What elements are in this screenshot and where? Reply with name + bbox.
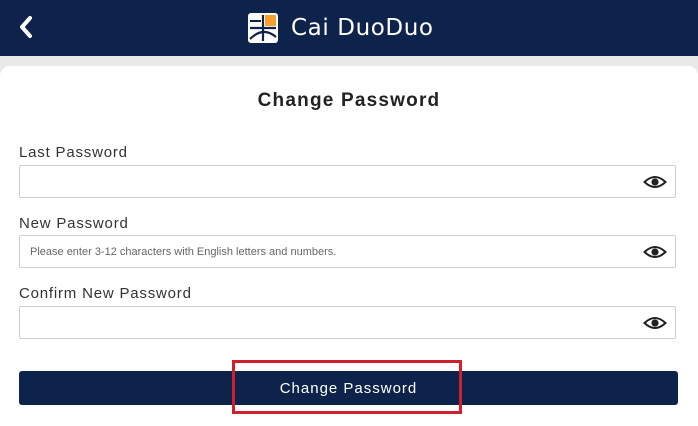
new-password-field [19, 235, 676, 268]
change-password-button-label: Change Password [279, 379, 418, 397]
page-title: Change Password [257, 90, 441, 111]
eye-icon[interactable] [643, 313, 667, 333]
new-password-label: New Password [19, 215, 129, 232]
app-logo-icon [248, 13, 278, 43]
last-password-field [19, 165, 676, 198]
back-button[interactable] [10, 10, 42, 44]
brand: Cai DuoDuo [248, 12, 434, 44]
last-password-input[interactable] [20, 166, 630, 197]
confirm-password-label: Confirm New Password [19, 285, 192, 302]
app-header: Cai DuoDuo [0, 0, 698, 56]
eye-icon[interactable] [643, 242, 667, 262]
last-password-label: Last Password [19, 144, 128, 161]
confirm-password-input[interactable] [20, 307, 630, 338]
change-password-button[interactable]: Change Password [19, 371, 678, 405]
app-title: Cai DuoDuo [291, 15, 434, 41]
new-password-input[interactable] [20, 236, 630, 267]
eye-icon[interactable] [643, 172, 667, 192]
confirm-password-field [19, 306, 676, 339]
chevron-left-icon [20, 16, 32, 38]
change-password-card: Change Password Last Password New Passwo… [0, 66, 698, 426]
